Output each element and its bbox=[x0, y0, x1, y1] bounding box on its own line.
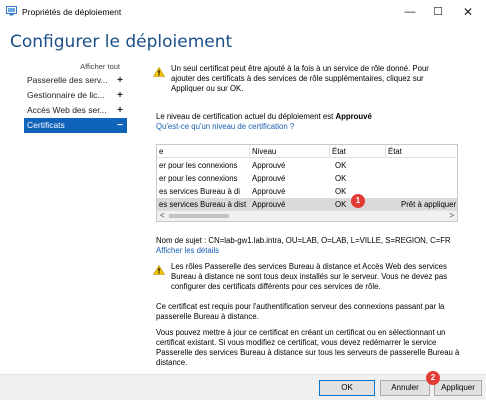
etat-cell: OK bbox=[335, 187, 347, 196]
expand-icon: + bbox=[117, 90, 123, 101]
niveau-cell: Approuvé bbox=[252, 161, 286, 170]
page-title: Configurer le déploiement bbox=[10, 32, 233, 52]
window-title: Propriétés de déploiement bbox=[22, 7, 122, 17]
sidebar-item-label: Passerelle des serv... bbox=[27, 75, 108, 85]
column-header-niveau[interactable]: Niveau bbox=[252, 147, 276, 156]
column-header-etat-2[interactable]: État bbox=[388, 147, 402, 156]
sidebar-item-web-access[interactable]: Accès Web des ser... + bbox=[24, 103, 127, 118]
etat-cell: OK bbox=[335, 161, 347, 170]
certificate-purpose-text: Ce certificat est requis pour l'authenti… bbox=[156, 302, 445, 321]
apply-button[interactable]: Appliquer bbox=[434, 380, 482, 396]
niveau-cell: Approuvé bbox=[252, 200, 286, 209]
warning-text: Un seul certificat peut être ajouté à la… bbox=[171, 64, 429, 93]
show-all-link[interactable]: Afficher tout bbox=[78, 62, 120, 71]
service-cell: er pour les connexions bbox=[159, 174, 238, 183]
column-divider[interactable] bbox=[385, 145, 386, 158]
step-badge-1: 1 bbox=[351, 194, 365, 208]
sidebar-item-certificates[interactable]: Certificats − bbox=[24, 118, 127, 133]
horizontal-scrollbar[interactable]: < > bbox=[157, 210, 457, 221]
certification-level-value: Approuvé bbox=[335, 112, 372, 121]
content-panel: Un seul certificat peut être ajouté à la… bbox=[151, 64, 467, 369]
column-header-service[interactable]: e bbox=[159, 147, 163, 156]
column-divider[interactable] bbox=[329, 145, 330, 158]
dialog-footer: OK Annuler Appliquer bbox=[0, 374, 486, 400]
scroll-right-icon[interactable]: > bbox=[449, 211, 454, 220]
scrollbar-thumb[interactable] bbox=[169, 214, 229, 218]
cancel-button[interactable]: Annuler bbox=[380, 380, 430, 396]
expand-icon: + bbox=[117, 75, 123, 86]
sidebar-item-gateway[interactable]: Passerelle des serv... + bbox=[24, 73, 127, 88]
warning-text: Les rôles Passerelle des services Bureau… bbox=[171, 262, 448, 291]
sidebar-item-label: Certificats bbox=[27, 120, 65, 130]
table-row[interactable]: es services Bureau à di Approuvé OK bbox=[157, 185, 457, 198]
etat-2-cell: Prêt à appliquer bbox=[401, 200, 457, 209]
etat-cell: OK bbox=[335, 174, 347, 183]
certificate-subject: Nom de sujet : CN=lab-gw1.lab.intra, OU=… bbox=[156, 236, 451, 245]
ok-button[interactable]: OK bbox=[319, 380, 375, 396]
deployment-properties-icon bbox=[6, 6, 17, 16]
certification-level-help-link[interactable]: Qu'est-ce qu'un niveau de certification … bbox=[156, 122, 294, 132]
table-row[interactable]: er pour les connexions Approuvé OK bbox=[157, 172, 457, 185]
expand-icon: + bbox=[117, 105, 123, 116]
service-cell: es services Bureau à dist bbox=[159, 200, 247, 209]
warning-icon bbox=[153, 67, 165, 77]
certification-level-label: Le niveau de certification actuel du dép… bbox=[156, 112, 336, 121]
table-row[interactable]: er pour les connexions Approuvé OK bbox=[157, 159, 457, 172]
show-details-link[interactable]: Afficher les détails bbox=[156, 246, 219, 256]
sidebar-item-label: Gestionnaire de lic... bbox=[27, 90, 105, 100]
sidebar-nav: Passerelle des serv... + Gestionnaire de… bbox=[24, 73, 127, 133]
role-services-table: e Niveau État État er pour les connexion… bbox=[156, 144, 458, 222]
sidebar-item-label: Accès Web des ser... bbox=[27, 105, 107, 115]
collapse-icon: − bbox=[117, 120, 123, 131]
etat-cell: OK bbox=[335, 200, 347, 209]
scroll-left-icon[interactable]: < bbox=[160, 211, 165, 220]
column-divider[interactable] bbox=[249, 145, 250, 158]
niveau-cell: Approuvé bbox=[252, 174, 286, 183]
niveau-cell: Approuvé bbox=[252, 187, 286, 196]
step-badge-2: 2 bbox=[426, 371, 440, 385]
close-button[interactable]: ✕ bbox=[452, 2, 484, 22]
service-cell: er pour les connexions bbox=[159, 161, 238, 170]
table-header: e Niveau État État bbox=[157, 145, 457, 158]
column-header-etat[interactable]: État bbox=[332, 147, 346, 156]
sidebar-item-license-manager[interactable]: Gestionnaire de lic... + bbox=[24, 88, 127, 103]
title-bar: Propriétés de déploiement — ☐ ✕ bbox=[0, 0, 486, 24]
certificate-update-text: Vous pouvez mettre à jour ce certificat … bbox=[156, 328, 460, 367]
certification-level-line: Le niveau de certification actuel du dép… bbox=[156, 112, 462, 122]
warning-message-bottom: Les rôles Passerelle des services Bureau… bbox=[151, 262, 455, 292]
warning-icon bbox=[153, 265, 165, 275]
service-cell: es services Bureau à di bbox=[159, 187, 241, 196]
warning-message-top: Un seul certificat peut être ajouté à la… bbox=[151, 64, 451, 94]
maximize-button[interactable]: ☐ bbox=[422, 2, 454, 22]
